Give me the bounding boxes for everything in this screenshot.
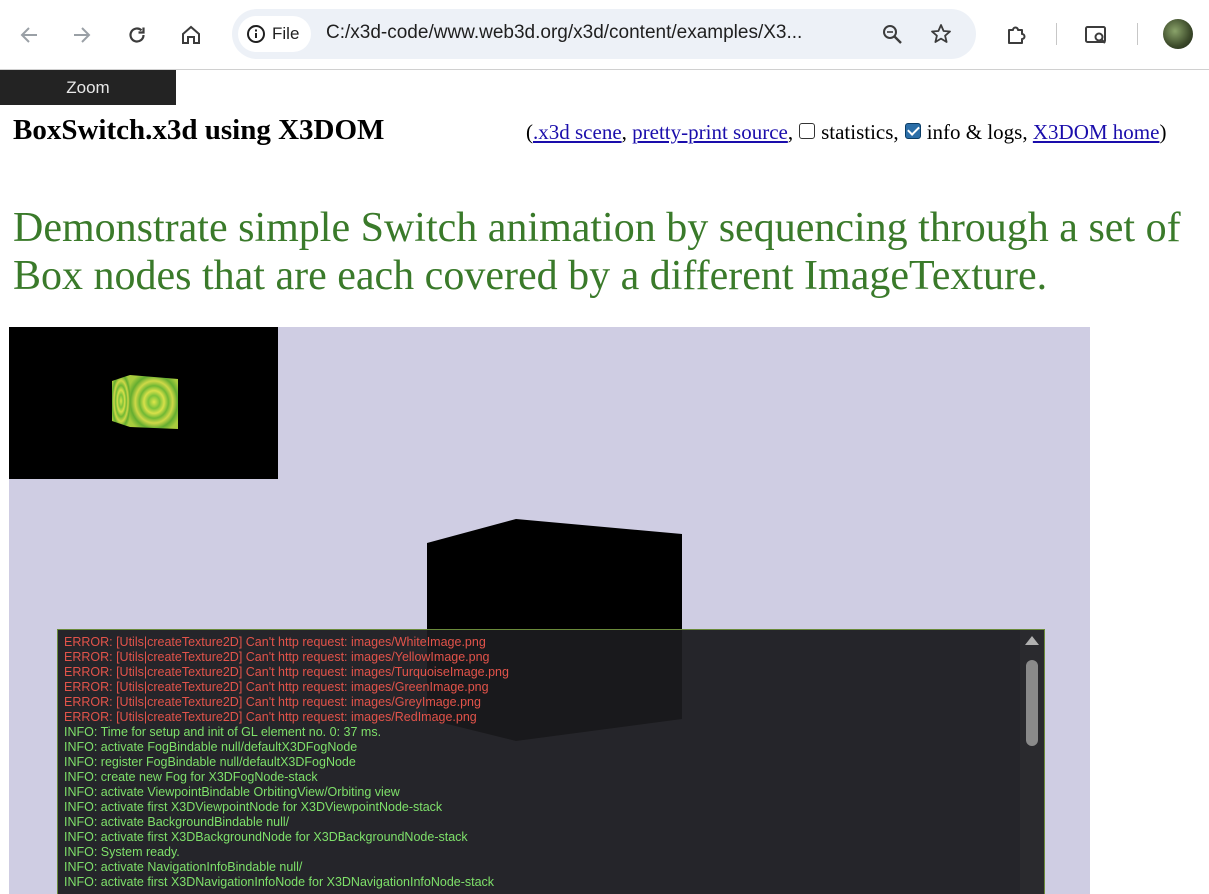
x3d-scene-link[interactable]: .x3d scene bbox=[533, 120, 622, 145]
log-line-info: INFO: Time for setup and init of GL elem… bbox=[64, 725, 382, 739]
open-paren: ( bbox=[526, 120, 533, 144]
log-line-info: INFO: System ready. bbox=[64, 845, 180, 859]
page-title: BoxSwitch.x3d using X3DOM bbox=[13, 114, 385, 146]
address-bar[interactable]: File C:/x3d-code/www.web3d.org/x3d/conte… bbox=[232, 9, 976, 59]
comma: , bbox=[621, 120, 627, 144]
log-line-info: INFO: activate FogBindable null/defaultX… bbox=[64, 740, 358, 754]
log-line-info: INFO: create new Fog for X3DFogNode-stac… bbox=[64, 770, 318, 784]
header-links: ( .x3d scene , pretty-print source , sta… bbox=[526, 120, 1166, 145]
scene-description: Demonstrate simple Switch animation by s… bbox=[13, 205, 1181, 299]
log-line-error: ERROR: [Utils|createTexture2D] Can't htt… bbox=[64, 710, 477, 724]
log-line-info: INFO: activate first X3DViewpointNode fo… bbox=[64, 800, 443, 814]
home-button[interactable] bbox=[174, 18, 208, 52]
log-line-error: ERROR: [Utils|createTexture2D] Can't htt… bbox=[64, 635, 486, 649]
arrow-right-icon bbox=[74, 27, 91, 43]
extensions-button[interactable] bbox=[1000, 18, 1034, 52]
scroll-thumb[interactable] bbox=[1026, 660, 1038, 746]
scroll-up-icon[interactable] bbox=[1025, 636, 1039, 645]
textured-box-preview bbox=[112, 375, 178, 429]
reload-icon bbox=[129, 27, 145, 43]
info-logs-checkbox[interactable] bbox=[904, 122, 921, 139]
cast-search-button[interactable] bbox=[1080, 18, 1114, 52]
file-chip-label: File bbox=[272, 24, 300, 43]
preview-viewport bbox=[9, 327, 278, 479]
reload-button[interactable] bbox=[120, 18, 154, 52]
browser-toolbar: File C:/x3d-code/www.web3d.org/x3d/conte… bbox=[0, 0, 1209, 70]
x3d-canvas[interactable]: ERROR: [Utils|createTexture2D] Can't htt… bbox=[9, 327, 1090, 894]
log-panel[interactable]: ERROR: [Utils|createTexture2D] Can't htt… bbox=[57, 629, 1045, 894]
log-line-error: ERROR: [Utils|createTexture2D] Can't htt… bbox=[64, 650, 490, 664]
magnifier-icon bbox=[883, 25, 902, 44]
log-line-info: INFO: activate BackgroundBindable null/ bbox=[64, 815, 290, 829]
log-lines: ERROR: [Utils|createTexture2D] Can't htt… bbox=[64, 635, 1014, 890]
statistics-label: statistics, bbox=[821, 120, 899, 144]
close-paren: ) bbox=[1159, 120, 1167, 144]
forward-button[interactable] bbox=[65, 18, 99, 52]
screen-search-icon bbox=[1085, 26, 1106, 44]
arrow-left-icon bbox=[20, 27, 37, 43]
statistics-checkbox[interactable] bbox=[799, 122, 816, 139]
zoom-tab[interactable]: Zoom bbox=[0, 70, 176, 105]
log-line-info: INFO: activate first X3DNavigationInfoNo… bbox=[64, 875, 495, 889]
log-line-error: ERROR: [Utils|createTexture2D] Can't htt… bbox=[64, 695, 481, 709]
info-logs-label: info & logs, bbox=[926, 120, 1028, 144]
url-text[interactable]: C:/x3d-code/www.web3d.org/x3d/content/ex… bbox=[326, 22, 802, 44]
comma: , bbox=[787, 120, 794, 144]
toolbar-divider bbox=[1056, 23, 1057, 45]
star-icon bbox=[931, 24, 951, 43]
profile-avatar[interactable] bbox=[1163, 19, 1193, 49]
info-icon bbox=[247, 25, 265, 43]
log-line-error: ERROR: [Utils|createTexture2D] Can't htt… bbox=[64, 665, 509, 679]
pretty-print-source-link[interactable]: pretty-print source bbox=[632, 120, 788, 145]
bookmark-button[interactable] bbox=[929, 22, 953, 46]
log-scrollbar[interactable] bbox=[1020, 630, 1044, 894]
x3dom-home-link[interactable]: X3DOM home bbox=[1033, 120, 1160, 145]
home-icon bbox=[182, 25, 200, 44]
log-line-info: INFO: activate ViewpointBindable Orbitin… bbox=[64, 785, 400, 799]
site-info-chip[interactable]: File bbox=[238, 16, 312, 52]
toolbar-divider bbox=[1137, 23, 1138, 45]
log-line-error: ERROR: [Utils|createTexture2D] Can't htt… bbox=[64, 680, 489, 694]
zoom-indicator-button[interactable] bbox=[880, 22, 904, 46]
log-line-info: INFO: activate NavigationInfoBindable nu… bbox=[64, 860, 303, 874]
log-line-info: INFO: activate first X3DBackgroundNode f… bbox=[64, 830, 468, 844]
back-button[interactable] bbox=[12, 18, 46, 52]
puzzle-icon bbox=[1008, 26, 1026, 44]
log-line-info: INFO: register FogBindable null/defaultX… bbox=[64, 755, 356, 769]
